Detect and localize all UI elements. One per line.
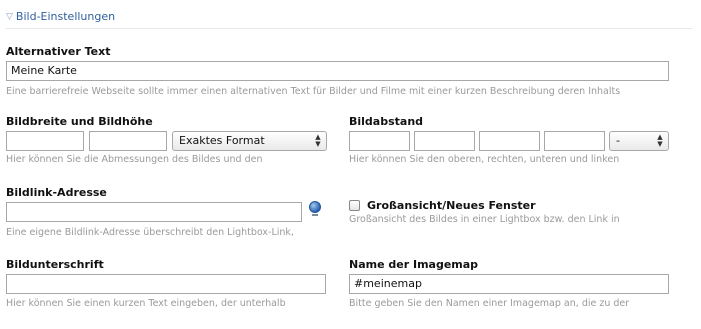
alt-text-help: Eine barrierefreie Webseite sollte immer… xyxy=(6,86,621,97)
caption-help: Hier können Sie einen kurzen Text eingeb… xyxy=(6,298,286,309)
link-picker-button[interactable] xyxy=(308,201,322,217)
margin-unit-value: - xyxy=(616,134,620,147)
width-input[interactable] xyxy=(6,131,84,151)
fullsize-checkbox[interactable] xyxy=(349,200,360,211)
margin-help: Hier können Sie den oberen, rechten, unt… xyxy=(349,154,620,165)
size-mode-select[interactable]: Exaktes Format ▲ ▼ xyxy=(172,131,327,151)
margin-bottom-input[interactable] xyxy=(479,131,540,151)
alt-text-label: Alternativer Text xyxy=(6,45,111,58)
section-header: ▽ Bild-Einstellungen xyxy=(6,8,692,29)
caption-label: Bildunterschrift xyxy=(6,258,104,271)
triangle-down-icon[interactable]: ▽ xyxy=(6,11,13,23)
margin-label: Bildabstand xyxy=(349,115,424,128)
margin-right-input[interactable] xyxy=(414,131,475,151)
link-input[interactable] xyxy=(6,202,302,222)
height-input[interactable] xyxy=(89,131,167,151)
alt-text-input[interactable]: Meine Karte xyxy=(6,61,669,81)
size-label: Bildbreite und Bildhöhe xyxy=(6,115,153,128)
globe-icon[interactable] xyxy=(309,201,321,213)
caption-input[interactable] xyxy=(6,274,326,294)
imagemap-help: Bitte geben Sie den Namen einer Imagemap… xyxy=(349,298,630,309)
section-title[interactable]: Bild-Einstellungen xyxy=(16,10,115,24)
size-help: Hier können Sie die Abmessungen des Bild… xyxy=(6,154,263,165)
margin-unit-select[interactable]: - ▲ ▼ xyxy=(609,131,669,151)
margin-left-input[interactable] xyxy=(544,131,605,151)
link-help: Eine eigene Bildlink-Adresse überschreib… xyxy=(6,227,294,238)
select-arrows-icon: ▲ ▼ xyxy=(657,133,663,148)
fullsize-help: Großansicht des Bildes in einer Lightbox… xyxy=(349,214,620,225)
select-arrows-icon: ▲ ▼ xyxy=(315,133,321,148)
margin-top-input[interactable] xyxy=(349,131,410,151)
globe-stand xyxy=(312,214,318,216)
size-mode-value: Exaktes Format xyxy=(179,134,265,147)
link-label: Bildlink-Adresse xyxy=(6,186,107,199)
fullsize-label[interactable]: Großansicht/Neues Fenster xyxy=(367,199,536,213)
section-toggle[interactable]: ▽ Bild-Einstellungen xyxy=(6,10,115,24)
imagemap-label: Name der Imagemap xyxy=(349,258,479,271)
imagemap-input[interactable]: #meinemap xyxy=(349,274,669,294)
